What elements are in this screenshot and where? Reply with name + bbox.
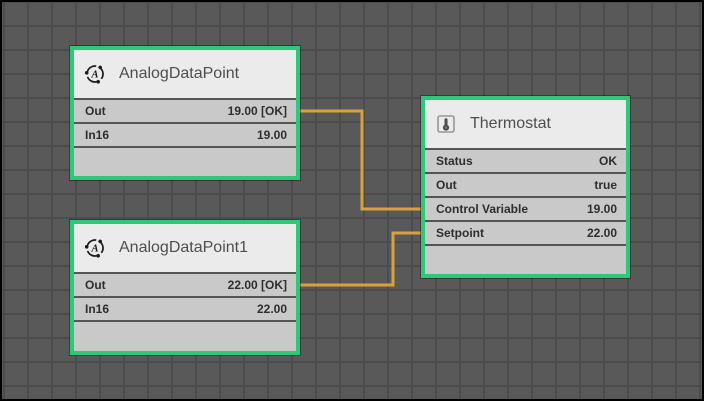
node-row-in16[interactable]: In16 19.00 [74, 124, 296, 146]
node-header[interactable]: Thermostat [425, 100, 626, 148]
row-value: 19.00 [OK] [228, 104, 287, 118]
svg-text:A: A [90, 70, 98, 81]
node-row-control-variable[interactable]: Control Variable 19.00 [425, 198, 626, 220]
svg-text:A: A [90, 244, 98, 255]
node-title: AnalogDataPoint1 [119, 239, 248, 257]
node-row-out[interactable]: Out 22.00 [OK] [74, 274, 296, 296]
row-value: 22.00 [257, 302, 287, 316]
node-header[interactable]: A AnalogDataPoint [74, 50, 296, 98]
wire-sheet-canvas[interactable]: A AnalogDataPoint Out 19.00 [OK] In16 19… [0, 0, 704, 401]
row-label: Out [436, 178, 457, 192]
row-label: Out [85, 104, 106, 118]
row-label: In16 [85, 302, 109, 316]
row-value: 19.00 [257, 128, 287, 142]
node-row-out[interactable]: Out true [425, 174, 626, 196]
wire-analogdatapoint-out-to-thermostat-control-variable[interactable] [300, 111, 421, 209]
node-row-setpoint[interactable]: Setpoint 22.00 [425, 222, 626, 244]
node-row-status[interactable]: Status OK [425, 150, 626, 172]
row-label: Out [85, 278, 106, 292]
row-label: Setpoint [436, 226, 484, 240]
row-label: In16 [85, 128, 109, 142]
analog-point-icon: A [84, 63, 106, 85]
node-footer [74, 148, 296, 176]
row-value: OK [599, 154, 617, 168]
row-value: 22.00 [587, 226, 617, 240]
node-footer [74, 322, 296, 351]
node-title: AnalogDataPoint [119, 65, 239, 83]
node-footer [425, 246, 626, 274]
row-value: 19.00 [587, 202, 617, 216]
node-header[interactable]: A AnalogDataPoint1 [74, 224, 296, 272]
node-analogdatapoint1[interactable]: A AnalogDataPoint1 Out 22.00 [OK] In16 2… [70, 220, 300, 355]
row-value: true [594, 178, 617, 192]
row-label: Control Variable [436, 202, 528, 216]
wire-analogdatapoint1-out-to-thermostat-setpoint[interactable] [300, 233, 421, 285]
node-title: Thermostat [470, 115, 551, 133]
node-row-out[interactable]: Out 19.00 [OK] [74, 100, 296, 122]
node-analogdatapoint[interactable]: A AnalogDataPoint Out 19.00 [OK] In16 19… [70, 46, 300, 180]
thermostat-icon [435, 113, 457, 135]
analog-point-icon: A [84, 237, 106, 259]
node-row-in16[interactable]: In16 22.00 [74, 298, 296, 320]
row-value: 22.00 [OK] [228, 278, 287, 292]
node-thermostat[interactable]: Thermostat Status OK Out true Control Va… [421, 96, 630, 278]
row-label: Status [436, 154, 473, 168]
